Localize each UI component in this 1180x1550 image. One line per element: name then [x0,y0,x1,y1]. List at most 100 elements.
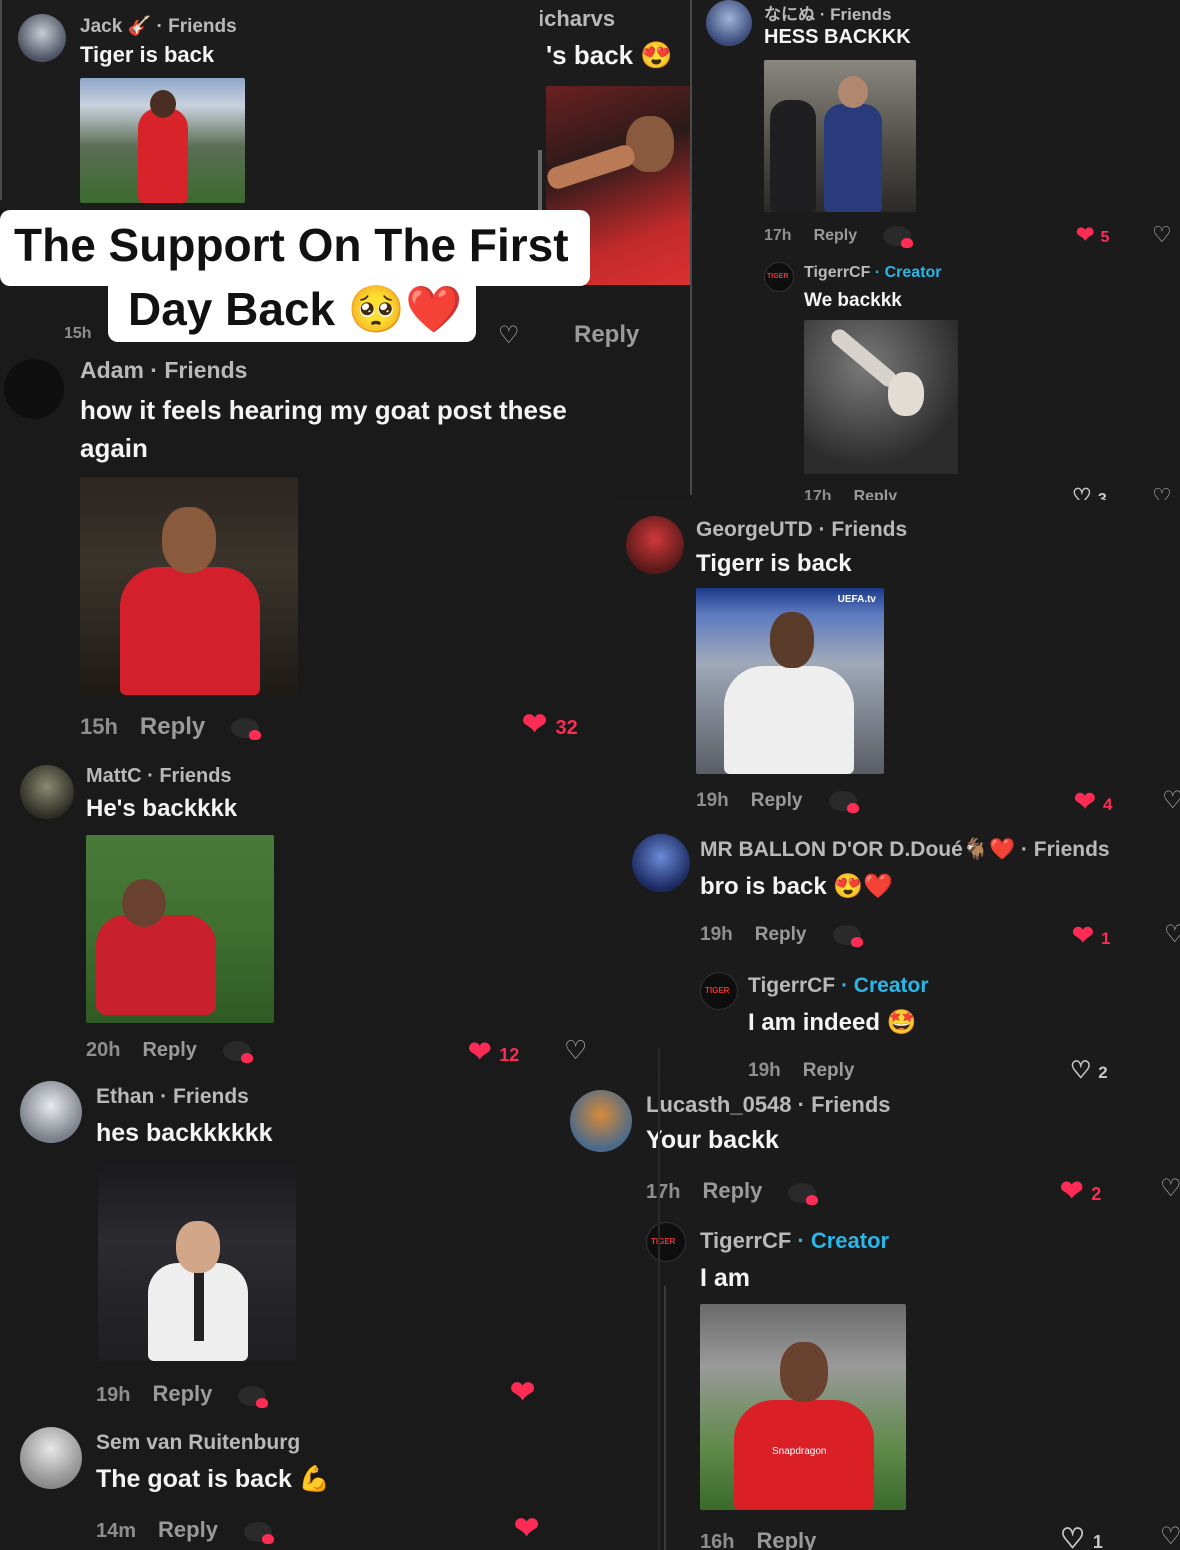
comment-author[interactable]: TigerrCF · Creator [804,264,942,282]
dislike-icon[interactable]: ♡ [1152,222,1172,248]
reply-button[interactable]: Reply [803,1060,855,1080]
like-button[interactable]: ♡ 2 [1070,1056,1108,1080]
avatar[interactable] [20,1081,82,1143]
like-button[interactable]: ❤ 32 [522,707,578,742]
player-head [626,116,674,172]
comment-text: I am indeed 🤩 [748,1009,917,1036]
like-button[interactable]: ❤ 1 [1072,920,1110,951]
comment-image[interactable]: Snapdragon [700,1304,906,1510]
like-button[interactable]: ❤ 4 [1074,786,1112,817]
player-head [122,879,166,927]
comment-author[interactable]: MR BALLON D'OR D.Doué🐐❤️ · Friends [700,838,1110,862]
creator-like-avatar [222,1040,253,1063]
comment-author[interactable]: Ethan · Friends [96,1085,249,1109]
avatar[interactable]: TIGER [646,1222,686,1262]
creator-like-avatar [832,924,863,947]
like-button[interactable]: ❤ 12 [468,1035,519,1068]
comment-author[interactable]: Adam · Friends [80,357,247,384]
avatar[interactable] [570,1090,632,1152]
creator-badge: · Creator [797,1228,890,1253]
comment-time: 19h [96,1384,131,1406]
divider [690,0,692,495]
comment-text: hes backkkkkk [96,1119,273,1147]
avatar[interactable] [626,516,684,574]
dislike-icon[interactable]: ♡ [1162,786,1180,815]
headline-line-2: Day Back 🥺❤️ [108,280,476,342]
avatar[interactable]: TIGER [764,262,794,292]
comment-meta: 20h Reply [86,1039,253,1063]
dislike-icon[interactable]: ♡ [1160,1174,1180,1203]
avatar[interactable] [20,1427,82,1489]
divider [0,0,2,200]
comment-author[interactable]: icharvs [540,6,615,32]
reply-button[interactable]: Reply [702,1178,762,1203]
person-right [824,104,882,212]
like-count: 1 [1101,929,1111,948]
reply-button[interactable]: Reply [152,1381,212,1406]
comment-meta: 15h Reply [80,713,262,741]
divider [658,1048,660,1550]
player-body [724,666,854,774]
like-button[interactable]: ❤ 2 [1060,1174,1101,1207]
dislike-icon[interactable]: ♡ [1160,1522,1180,1550]
comment-author[interactable]: Lucasth_0548 · Friends [646,1092,891,1118]
avatar[interactable] [18,14,66,62]
comment-text: Tiger is back [80,42,215,67]
avatar[interactable] [4,359,64,419]
comment-author[interactable]: なにぬ · Friends [764,0,892,25]
like-button[interactable]: ❤ 5 [1076,222,1109,248]
comment-author[interactable]: Sem van Ruitenburg [96,1431,300,1455]
avatar[interactable] [632,834,690,892]
dislike-icon[interactable]: ♡ [498,321,520,350]
comment-panel-adam: 15h ♡ Reply Adam · Friends how it feels … [0,285,690,755]
comment-author[interactable]: GeorgeUTD · Friends [696,518,907,542]
reply-button[interactable]: Reply [140,713,205,740]
comment-panel-lucas: Lucasth_0548 · Friends Your backk 17h Rep… [560,1080,1180,1550]
comment-text: bro is back 😍❤️ [700,873,894,900]
like-button[interactable]: ❤ [514,1511,539,1546]
creator-badge: · Creator [874,264,942,281]
like-button[interactable]: ♡ 1 [1060,1522,1103,1550]
comment-text: I am [700,1264,751,1292]
image-brand-label: Snapdragon [772,1446,827,1457]
comment-panel-ballon: MR BALLON D'OR D.Doué🐐❤️ · Friends bro i… [620,822,1180,1080]
creator-badge: · Creator [840,974,929,997]
avatar[interactable]: TIGER [700,972,738,1010]
comment-image[interactable] [86,835,274,1023]
reply-button[interactable]: Reply [814,227,858,244]
comment-time: 19h [700,924,733,945]
comment-image[interactable] [80,477,298,695]
comment-author[interactable]: MattC · Friends [86,765,232,788]
player-figure [138,108,188,203]
dislike-icon[interactable]: ♡ [1164,920,1180,949]
like-count: 2 [1098,1063,1108,1080]
reply-button[interactable]: Reply [142,1039,196,1061]
comment-meta: 15h [64,325,92,343]
comment-image[interactable] [98,1163,296,1361]
comment-meta: 17h Reply [764,226,914,248]
avatar[interactable] [706,0,752,46]
comment-text: how it feels hearing my goat post these [80,395,567,425]
reply-button[interactable]: Reply [751,790,803,811]
dislike-icon[interactable]: ♡ [564,1035,587,1066]
comment-image[interactable]: UEFA.tv [696,588,884,774]
reply-button[interactable]: Reply [158,1517,218,1542]
thread-line [664,1286,666,1550]
player-head [770,612,814,668]
comment-image[interactable] [764,60,916,212]
reply-button[interactable]: Reply [574,321,639,349]
comment-image[interactable] [80,78,245,203]
comment-author[interactable]: TigerrCF · Creator [700,1228,889,1254]
comment-author[interactable]: Jack 🎸 · Friends [80,14,237,38]
comment-panel-mattc: MattC · Friends He's backkkk 20h Reply ❤ … [0,755,620,1073]
performer-head [162,507,216,573]
avatar[interactable] [20,765,74,819]
like-button[interactable]: ❤ [510,1375,535,1410]
comment-author[interactable]: TigerrCF · Creator [748,974,929,998]
comment-text: again [80,433,148,463]
reply-button[interactable]: Reply [755,924,807,945]
reply-button[interactable]: Reply [756,1528,816,1550]
comment-meta: 19h Reply [700,924,863,947]
comment-image[interactable] [804,320,958,474]
comment-time: 19h [696,790,729,811]
